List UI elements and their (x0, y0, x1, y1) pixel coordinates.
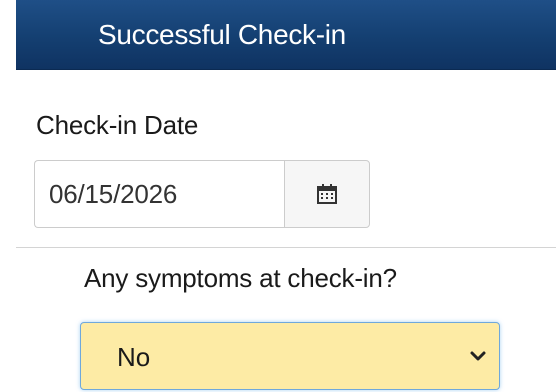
checkin-date-input[interactable] (34, 160, 284, 228)
section-divider (16, 247, 556, 248)
page-title: Successful Check-in (98, 19, 346, 50)
symptoms-select[interactable]: No (80, 322, 500, 390)
calendar-icon (317, 184, 337, 204)
symptoms-label: Any symptoms at check-in? (84, 263, 397, 293)
page-header: Successful Check-in (16, 0, 556, 70)
symptoms-selected-value: No (117, 342, 151, 372)
chevron-down-icon (470, 351, 486, 361)
checkin-date-group (34, 160, 370, 228)
calendar-button[interactable] (284, 160, 370, 228)
checkin-date-label: Check-in Date (36, 110, 199, 140)
